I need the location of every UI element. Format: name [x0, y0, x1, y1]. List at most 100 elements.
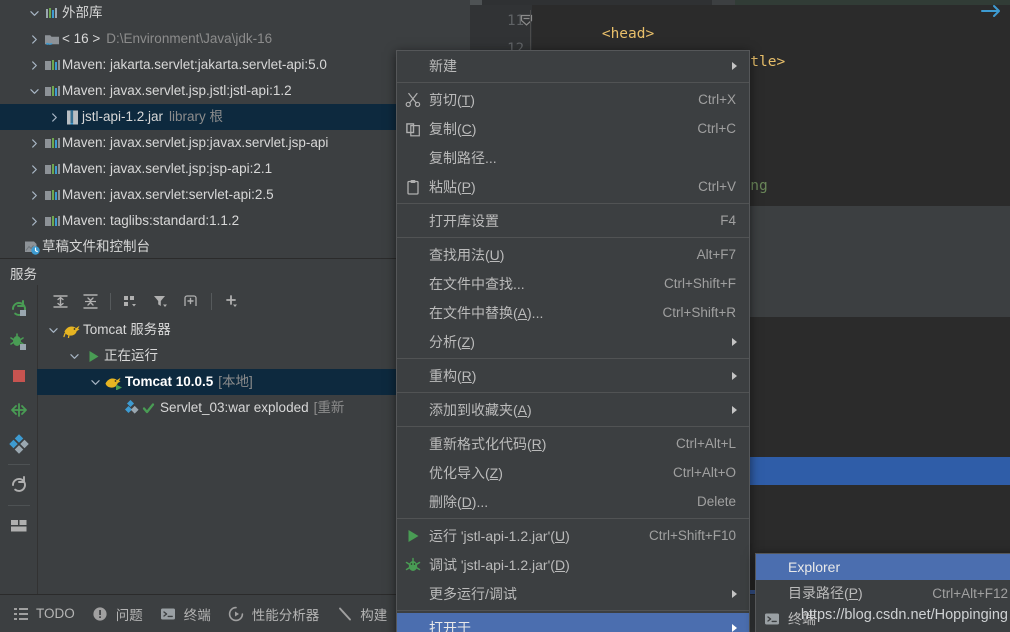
menu-item[interactable]: 在文件中替换(A)... Ctrl+Shift+R: [397, 298, 749, 327]
menu-item[interactable]: 添加到收藏夹(A): [397, 395, 749, 424]
chevron-right-icon: [731, 623, 749, 632]
menu-item[interactable]: 重构(R): [397, 361, 749, 390]
menu-item[interactable]: 复制(C) Ctrl+C: [397, 114, 749, 143]
menu-item-shortcut: Ctrl+V: [698, 179, 736, 194]
add-service-icon[interactable]: [217, 287, 247, 315]
services-left-toolbar[interactable]: [0, 285, 38, 596]
maven-lib-icon: [42, 182, 62, 208]
chevron-right-icon[interactable]: [26, 156, 42, 182]
scissors-icon: [397, 92, 429, 108]
menu-item[interactable]: 在文件中查找... Ctrl+Shift+F: [397, 269, 749, 298]
tree-row-external-libraries[interactable]: 外部库: [0, 0, 470, 26]
divider: [211, 292, 212, 310]
menu-item-label: 分析(Z): [429, 333, 475, 350]
menu-separator: [397, 426, 749, 427]
menu-item-label: 重构(R): [429, 367, 477, 384]
open-in-submenu[interactable]: Explorer 目录路径(P) Ctrl+Alt+F12 终端: [755, 553, 1010, 632]
chevron-right-icon[interactable]: [46, 104, 62, 130]
chevron-down-icon[interactable]: [45, 317, 61, 343]
menu-item[interactable]: 查找用法(U) Alt+F7: [397, 240, 749, 269]
redeploy-icon[interactable]: [2, 393, 36, 427]
deploy-all-icon[interactable]: [2, 427, 36, 461]
menu-item[interactable]: 终端: [756, 606, 1010, 632]
menu-item[interactable]: 重新格式化代码(R) Ctrl+Alt+L: [397, 429, 749, 458]
menu-item[interactable]: 剪切(T) Ctrl+X: [397, 85, 749, 114]
refresh-icon[interactable]: [2, 468, 36, 502]
services-tree-label-secondary: [本地]: [218, 374, 253, 389]
filter-icon[interactable]: [146, 287, 176, 315]
scratches-icon: [22, 234, 42, 258]
menu-separator: [397, 518, 749, 519]
run-green-icon: [82, 343, 104, 369]
menu-item-shortcut: Ctrl+Shift+F: [663, 276, 736, 291]
add-tab-icon[interactable]: [176, 287, 206, 315]
group-by-icon[interactable]: [116, 287, 146, 315]
chevron-right-icon[interactable]: [26, 26, 42, 52]
collapse-all-icon[interactable]: [75, 287, 105, 315]
menu-item-label: 更多运行/调试: [429, 585, 517, 602]
status-item-problems[interactable]: 问题: [90, 604, 158, 624]
menu-item-shortcut: Alt+F7: [696, 247, 736, 262]
menu-item-label: 在文件中查找...: [429, 275, 525, 292]
chevron-right-icon[interactable]: [26, 208, 42, 234]
layout-icon[interactable]: [2, 509, 36, 543]
debug-rerun-icon[interactable]: [2, 325, 36, 359]
menu-item-shortcut: Ctrl+Alt+F12: [932, 585, 1008, 601]
menu-item-label: 调试 'jstl-api-1.2.jar'(D): [429, 556, 570, 573]
menu-item-label: 优化导入(Z): [429, 464, 503, 481]
tree-label: Maven: javax.servlet.jsp.jstl:jstl-api:1…: [62, 83, 292, 98]
chevron-right-icon: [731, 371, 749, 381]
chevron-right-icon[interactable]: [26, 182, 42, 208]
menu-item[interactable]: 调试 'jstl-api-1.2.jar'(D): [397, 550, 749, 579]
status-item-todo[interactable]: TODO: [10, 605, 90, 622]
tree-row[interactable]: < 16 > D:\Environment\Java\jdk-16: [0, 26, 470, 52]
context-menu[interactable]: 新建剪切(T) Ctrl+X 复制(C) Ctrl+C 复制路径... 粘贴(P) Ctrl…: [396, 50, 750, 632]
stop-icon[interactable]: [2, 359, 36, 393]
tree-label: Maven: javax.servlet:servlet-api:2.5: [62, 187, 274, 202]
chevron-down-icon[interactable]: [66, 343, 82, 369]
menu-separator: [397, 358, 749, 359]
menu-item[interactable]: 更多运行/调试: [397, 579, 749, 608]
menu-item[interactable]: 打开于: [397, 613, 749, 632]
menu-separator: [397, 610, 749, 611]
menu-item[interactable]: 优化导入(Z) Ctrl+Alt+O: [397, 458, 749, 487]
deploy-all-status-icon[interactable]: [980, 2, 1002, 23]
chevron-down-icon[interactable]: [87, 369, 103, 395]
menu-item-label: 复制(C): [429, 120, 477, 137]
chevron-down-icon[interactable]: [26, 0, 42, 26]
jdk-folder-icon: [42, 26, 62, 52]
menu-item[interactable]: Explorer: [756, 554, 1010, 580]
status-item-profiler[interactable]: 性能分析器: [226, 604, 335, 624]
menu-item[interactable]: 新建: [397, 51, 749, 80]
chevron-right-icon[interactable]: [26, 130, 42, 156]
menu-item-label: 打开库设置: [429, 212, 499, 229]
divider: [7, 505, 30, 506]
menu-item[interactable]: 复制路径...: [397, 143, 749, 172]
menu-item[interactable]: 分析(Z): [397, 327, 749, 356]
menu-item[interactable]: 删除(D)... Delete: [397, 487, 749, 516]
menu-item[interactable]: 打开库设置 F4: [397, 206, 749, 235]
services-title: 服务: [10, 267, 37, 282]
menu-item-shortcut: Ctrl+Shift+F10: [648, 528, 736, 543]
status-item-label: 终端: [183, 607, 211, 623]
menu-item-label: 删除(D)...: [429, 493, 489, 510]
menu-item-label: 添加到收藏夹(A): [429, 401, 532, 418]
chevron-right-icon: [731, 337, 749, 347]
expand-all-icon[interactable]: [45, 287, 75, 315]
status-item-terminal[interactable]: 终端: [158, 604, 226, 624]
menu-item[interactable]: 粘贴(P) Ctrl+V: [397, 172, 749, 201]
services-tree-label: Tomcat 10.0.5: [125, 374, 214, 389]
tree-label: Maven: taglibs:standard:1.1.2: [62, 213, 240, 228]
chevron-down-icon[interactable]: [26, 78, 42, 104]
chevron-right-icon[interactable]: [26, 52, 42, 78]
services-tree-label: 正在运行: [104, 348, 158, 363]
maven-lib-icon: [42, 156, 62, 182]
rerun-icon[interactable]: [2, 291, 36, 325]
tree-label: Maven: jakarta.servlet:jakarta.servlet-a…: [62, 57, 327, 72]
library-bars-icon: [42, 0, 62, 26]
debug-icon: [397, 557, 429, 573]
status-item-build[interactable]: 构建: [334, 604, 402, 624]
run-icon: [397, 528, 429, 544]
menu-item[interactable]: 目录路径(P) Ctrl+Alt+F12: [756, 580, 1010, 606]
menu-item[interactable]: 运行 'jstl-api-1.2.jar'(U) Ctrl+Shift+F10: [397, 521, 749, 550]
